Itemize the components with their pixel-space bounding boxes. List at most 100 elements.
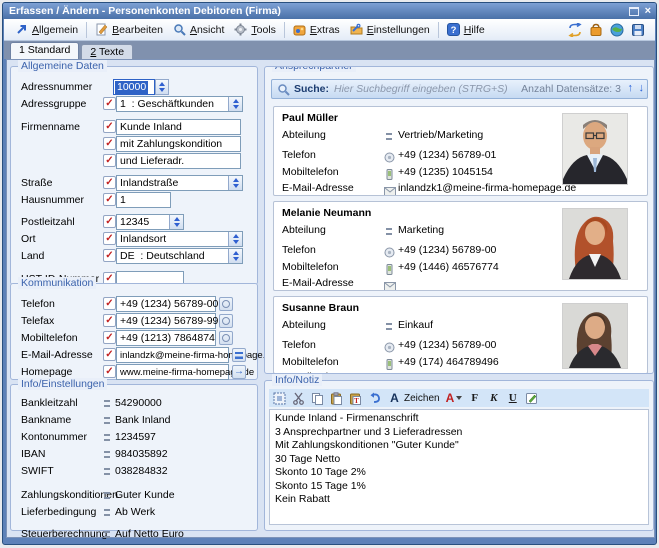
ort-select[interactable]: Inlandsort: [116, 231, 243, 247]
dropdown-button[interactable]: [228, 97, 242, 111]
dial-button[interactable]: [219, 297, 233, 311]
save-icon[interactable]: [631, 23, 645, 37]
menu-item-allgemein[interactable]: Allgemein: [10, 21, 83, 38]
mobiltelefon-checkbox[interactable]: ✓: [103, 331, 116, 344]
firmenname3-checkbox[interactable]: ✓: [103, 154, 116, 167]
hausnummer-input[interactable]: 1: [116, 192, 171, 208]
email-menu-button[interactable]: [232, 348, 246, 362]
note-line: Mit Zahlungskonditionen "Guter Kunde": [275, 439, 643, 453]
adressnummer-spinner[interactable]: [155, 79, 169, 95]
check-icon: ✓: [104, 121, 115, 132]
field-label: Mobiltelefon: [21, 332, 78, 344]
paste-icon[interactable]: [330, 391, 343, 405]
contact-name: Melanie Neumann: [282, 207, 371, 219]
contact-card-paul-mueller[interactable]: Paul Müller AbteilungVertrieb/Marketing …: [273, 106, 648, 196]
note-text-area[interactable]: Kunde Inland - Firmenanschrift 3 Ansprec…: [269, 409, 649, 525]
allgemein-arrow-icon: [15, 23, 28, 36]
field-label: Ort: [21, 233, 36, 245]
info-row: ZahlungskonditionenGuter Kunde: [11, 489, 257, 503]
telefon-checkbox[interactable]: ✓: [103, 297, 116, 310]
homepage-input[interactable]: www.meine-firma-homepage.de: [116, 364, 229, 380]
postleitzahl-checkbox[interactable]: ✓: [103, 215, 116, 228]
menu-item-bearbeiten[interactable]: Bearbeiten: [90, 21, 168, 38]
copy-icon[interactable]: [311, 391, 324, 405]
adressnummer-input[interactable]: 10000: [113, 79, 155, 95]
prev-record-arrow-icon[interactable]: ↑: [628, 82, 634, 94]
tab-texte[interactable]: 2 Texte: [81, 44, 133, 59]
firmenname3-input[interactable]: und Lieferadr.: [116, 153, 241, 169]
contact-photo-susanne: [562, 303, 628, 369]
check-icon: ✓: [104, 138, 115, 149]
menu-item-einstellungen[interactable]: Einstellungen: [345, 21, 435, 38]
field-label: Adressnummer: [21, 81, 92, 93]
homepage-checkbox[interactable]: ✓: [103, 365, 116, 378]
dial-icon: [222, 317, 230, 325]
sync-icon[interactable]: [568, 23, 582, 37]
firmenname1-input[interactable]: Kunde Inland: [116, 119, 241, 135]
envelope-icon: [384, 183, 396, 196]
dropdown-button[interactable]: [228, 249, 242, 263]
menu-item-tools[interactable]: Tools: [229, 21, 281, 38]
menu-item-ansicht[interactable]: Ansicht: [168, 21, 229, 38]
underline-button[interactable]: U: [506, 391, 519, 405]
contact-card-melanie-neumann[interactable]: Melanie Neumann AbteilungMarketing Telef…: [273, 201, 648, 291]
email-input[interactable]: inlandzk@meine-firma-homepage.de: [116, 347, 229, 363]
field-label: Land: [21, 250, 44, 262]
hausnummer-checkbox[interactable]: ✓: [103, 193, 116, 206]
adressgruppe-checkbox[interactable]: ✓: [103, 97, 116, 110]
adressgruppe-select[interactable]: 1 : Geschäftkunden: [116, 96, 243, 112]
close-button[interactable]: ×: [645, 5, 651, 17]
telefon-input[interactable]: +49 (1234) 56789-00: [116, 296, 216, 312]
field-row-land: Land ✓ DE : Deutschland: [11, 248, 257, 264]
restore-icon[interactable]: [629, 7, 639, 16]
field-row-strasse: Straße ✓ Inlandstraße: [11, 175, 257, 191]
field-label: Straße: [21, 177, 53, 189]
undo-icon[interactable]: [368, 391, 382, 405]
contact-search-bar[interactable]: Suche: Hier Suchbegriff eingeben (STRG+S…: [271, 79, 648, 99]
strasse-checkbox[interactable]: ✓: [103, 176, 116, 189]
dropdown-button[interactable]: [228, 176, 242, 190]
dropdown-arrow-icon: [456, 396, 462, 400]
strasse-select[interactable]: Inlandstraße: [116, 175, 243, 191]
select-all-icon[interactable]: [273, 391, 286, 405]
land-checkbox[interactable]: ✓: [103, 249, 116, 262]
globe-icon[interactable]: [610, 23, 624, 37]
edit-note-icon[interactable]: [525, 391, 538, 405]
open-homepage-button[interactable]: →: [232, 365, 246, 379]
dial-button[interactable]: [219, 314, 233, 328]
bold-button[interactable]: F: [468, 391, 481, 405]
note-line: Skonto 10 Tage 2%: [275, 466, 643, 480]
dropdown-button[interactable]: [169, 215, 183, 229]
paste-text-icon[interactable]: T: [349, 391, 362, 405]
font-button-label[interactable]: Zeichen: [404, 393, 440, 404]
font-button[interactable]: A: [388, 391, 401, 405]
panel-title: Ansprechpartner: [272, 66, 356, 72]
firmenname2-input[interactable]: mit Zahlungskondition: [116, 136, 241, 152]
font-color-button[interactable]: A: [446, 391, 463, 405]
note-line: 3 Ansprechpartner und 3 Lieferadressen: [275, 426, 643, 440]
telefax-checkbox[interactable]: ✓: [103, 314, 116, 327]
panel-allgemeine-daten: Allgemeine Daten Adressnummer 10000 Adre…: [10, 66, 258, 285]
italic-button[interactable]: K: [487, 391, 500, 405]
contact-card-susanne-braun[interactable]: Susanne Braun AbteilungEinkauf Telefon +…: [273, 296, 648, 374]
dropdown-button[interactable]: [228, 232, 242, 246]
firmenname1-checkbox[interactable]: ✓: [103, 120, 116, 133]
tab-standard[interactable]: 1 Standard: [10, 42, 79, 59]
basket-icon[interactable]: [589, 23, 603, 37]
info-row: Bankleitzahl54290000: [11, 397, 257, 411]
note-line: Kunde Inland - Firmenanschrift: [275, 412, 643, 426]
field-info-icon: [104, 468, 110, 475]
cut-icon[interactable]: [292, 391, 305, 405]
ort-checkbox[interactable]: ✓: [103, 232, 116, 245]
land-select[interactable]: DE : Deutschland: [116, 248, 243, 264]
next-record-arrow-icon[interactable]: ↓: [639, 82, 645, 94]
firmenname2-checkbox[interactable]: ✓: [103, 137, 116, 150]
menu-item-hilfe[interactable]: ? Hilfe: [442, 21, 490, 38]
mobiltelefon-input[interactable]: +49 (1213) 7864874: [116, 330, 216, 346]
field-label: Postleitzahl: [21, 216, 75, 228]
menu-item-extras[interactable]: Extras: [288, 21, 345, 38]
telefax-input[interactable]: +49 (1234) 56789-99: [116, 313, 216, 329]
dial-button[interactable]: [219, 331, 233, 345]
postleitzahl-select[interactable]: 12345: [116, 214, 184, 230]
email-checkbox[interactable]: ✓: [103, 348, 116, 361]
